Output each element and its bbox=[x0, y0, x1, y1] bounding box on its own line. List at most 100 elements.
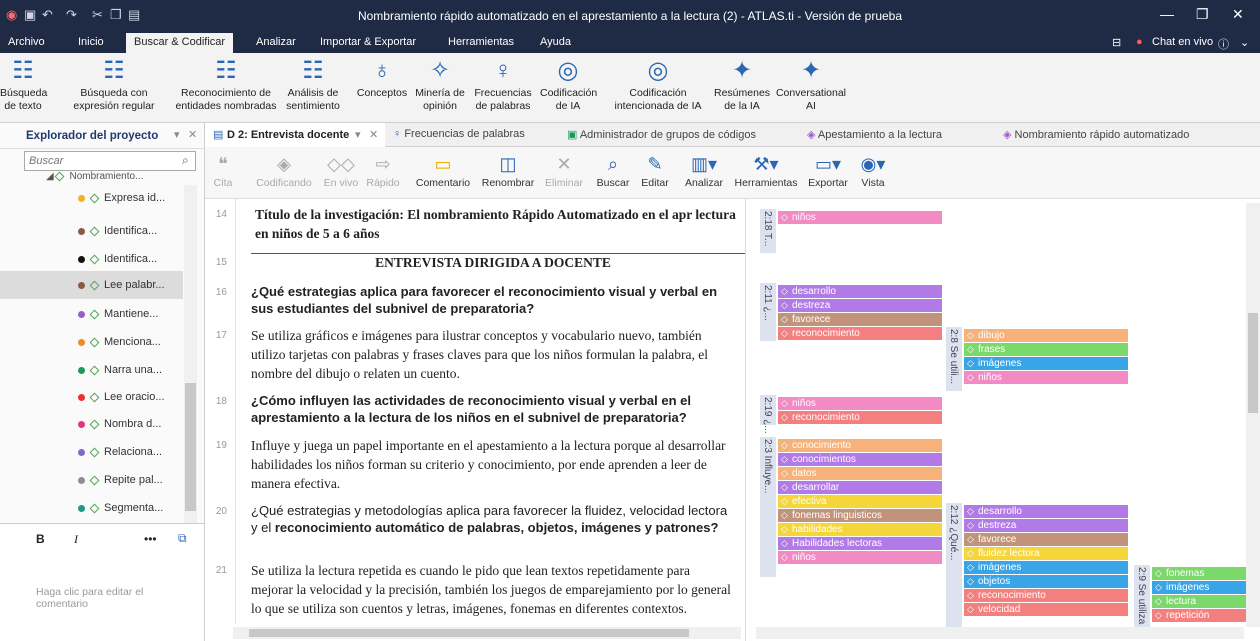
tb-cita[interactable]: ❝ Cita bbox=[209, 151, 237, 189]
code-tag[interactable]: objetos bbox=[964, 575, 1128, 588]
tb-buscar[interactable]: ⌕ Buscar bbox=[595, 151, 631, 189]
tree-parent[interactable]: ◢ Nombramiento... bbox=[46, 171, 143, 183]
ribbon-regex-search[interactable]: ☷ Búsqueda con expresión regular bbox=[66, 57, 162, 113]
explorer-close-icon[interactable]: ✕ bbox=[188, 128, 197, 141]
quotation-bracket[interactable]: 2:3 Influye... bbox=[760, 437, 776, 577]
menu-inicio[interactable]: Inicio bbox=[78, 36, 104, 48]
ribbon-intent-coding[interactable]: ◎ Codificación intencionada de IA bbox=[610, 57, 706, 113]
tab-word-frequency[interactable]: ♀ Frecuencias de palabras bbox=[393, 128, 525, 140]
ribbon-sentiment[interactable]: ☷ Análisis de sentimiento bbox=[284, 57, 342, 113]
code-tag[interactable]: reconocimiento bbox=[778, 411, 942, 424]
code-tag[interactable]: frases bbox=[964, 343, 1128, 356]
more-icon[interactable]: ••• bbox=[144, 532, 157, 546]
minimize-icon[interactable]: — bbox=[1160, 6, 1174, 22]
tree-item[interactable]: Nombra d... bbox=[0, 410, 183, 438]
ribbon-ai-coding[interactable]: ◎ Codificación de IA bbox=[540, 57, 597, 113]
scroll-thumb[interactable] bbox=[185, 383, 196, 511]
menu-importar-exportar[interactable]: Importar & Exportar bbox=[320, 36, 416, 48]
tb-rapido[interactable]: ⇨ Rápido bbox=[363, 151, 403, 189]
code-tag[interactable]: datos bbox=[778, 467, 942, 480]
quotation-bracket[interactable]: 2:8 Se utili... bbox=[946, 327, 962, 391]
tb-vista[interactable]: ◉▾ Vista bbox=[855, 151, 891, 189]
code-tag[interactable]: reconocimiento bbox=[778, 327, 942, 340]
code-tag[interactable]: fonemas linguisticos bbox=[778, 509, 942, 522]
scroll-thumb[interactable] bbox=[1248, 313, 1258, 413]
tb-en-vivo[interactable]: ◇◇ En vivo bbox=[321, 151, 361, 189]
help-icon[interactable]: ⓘ bbox=[1218, 36, 1229, 52]
chevron-down-icon[interactable]: ⌄ bbox=[1240, 36, 1249, 49]
tree-item[interactable]: Segmenta... bbox=[0, 494, 183, 522]
code-tag[interactable]: Habilidades lectoras bbox=[778, 537, 942, 550]
quotation-bracket[interactable]: 2:19 ¿... bbox=[760, 395, 776, 434]
code-tag[interactable]: fluidez lectora bbox=[964, 547, 1128, 560]
redo-icon[interactable]: ↷ bbox=[66, 7, 77, 23]
ribbon-conversational-ai[interactable]: ✦ Conversational AI bbox=[772, 57, 850, 113]
menu-ayuda[interactable]: Ayuda bbox=[540, 36, 571, 48]
code-tag[interactable]: habilidades bbox=[778, 523, 942, 536]
menu-buscar-codificar[interactable]: Buscar & Codificar bbox=[126, 33, 234, 53]
tab-nombramiento[interactable]: ◈ Nombramiento rápido automatizado bbox=[1003, 128, 1189, 141]
ribbon-opinion-mining[interactable]: ✧ Minería de opinión bbox=[412, 57, 468, 113]
panel-icon[interactable]: ⊟ bbox=[1112, 36, 1121, 49]
code-tag[interactable]: destreza bbox=[778, 299, 942, 312]
paragraph[interactable]: Título de la investigación: El nombramie… bbox=[255, 205, 739, 243]
code-tag[interactable]: niños bbox=[778, 211, 942, 224]
code-tag[interactable]: velocidad bbox=[964, 603, 1128, 616]
ribbon-entity-recognition[interactable]: ☷ Reconocimiento de entidades nombradas bbox=[170, 57, 282, 113]
chat-live-button[interactable]: Chat en vivo bbox=[1152, 36, 1213, 48]
ribbon-concepts[interactable]: ♁ Conceptos bbox=[354, 57, 410, 100]
margin-v-scrollbar[interactable] bbox=[1246, 203, 1260, 627]
code-tag[interactable]: fonemas bbox=[1152, 567, 1248, 580]
doc-h-scrollbar[interactable] bbox=[233, 627, 741, 639]
code-tag[interactable]: conocimientos bbox=[778, 453, 942, 466]
code-tag[interactable]: imágenes bbox=[964, 561, 1128, 574]
explorer-scrollbar[interactable] bbox=[184, 185, 197, 525]
menu-herramientas[interactable]: Herramientas bbox=[448, 36, 514, 48]
tb-codificando[interactable]: ◈ Codificando bbox=[249, 151, 319, 189]
code-tag[interactable]: lectura bbox=[1152, 595, 1248, 608]
tree-item[interactable]: Expresa id... bbox=[0, 184, 183, 212]
comment-placeholder[interactable]: Haga clic para editar el comentario bbox=[36, 586, 196, 610]
italic-icon[interactable]: I bbox=[74, 532, 78, 547]
paragraph[interactable]: ¿Cómo influyen las actividades de recono… bbox=[251, 392, 735, 426]
tb-herramientas[interactable]: ⚒▾ Herramientas bbox=[731, 151, 801, 189]
code-tag[interactable]: niños bbox=[778, 551, 942, 564]
restore-icon[interactable]: ❐ bbox=[1196, 6, 1209, 23]
code-tag[interactable]: niños bbox=[778, 397, 942, 410]
code-tag[interactable]: favorece bbox=[964, 533, 1128, 546]
paragraph[interactable]: Se utiliza gráficos e imágenes para ilus… bbox=[251, 326, 735, 383]
tree-item[interactable]: Lee oracio... bbox=[0, 383, 183, 411]
tree-item[interactable]: Identifica... bbox=[0, 217, 183, 245]
quotation-bracket[interactable]: 2:12 ¿Qué... bbox=[946, 503, 962, 633]
tb-renombrar[interactable]: ◫ Renombrar bbox=[477, 151, 539, 189]
paragraph[interactable]: ENTREVISTA DIRIGIDA A DOCENTE bbox=[251, 253, 735, 272]
paragraph[interactable]: Influye y juega un papel importante en e… bbox=[251, 436, 735, 493]
undo-icon[interactable]: ↶ bbox=[42, 7, 53, 23]
tab-dropdown-icon[interactable]: ▾ bbox=[355, 128, 361, 141]
menu-archivo[interactable]: Archivo bbox=[8, 36, 45, 48]
code-tag[interactable]: desarrollo bbox=[778, 285, 942, 298]
tree-item[interactable]: Identifica... bbox=[0, 245, 183, 273]
paragraph[interactable]: ¿Qué estrategias aplica para favorecer e… bbox=[251, 283, 735, 317]
code-tag[interactable]: reconocimiento bbox=[964, 589, 1128, 602]
menu-analizar[interactable]: Analizar bbox=[256, 36, 296, 48]
code-tag[interactable]: destreza bbox=[964, 519, 1128, 532]
tab-apestamiento[interactable]: ◈ Apestamiento a la lectura bbox=[807, 128, 942, 141]
code-tag[interactable]: imágenes bbox=[1152, 581, 1248, 594]
explorer-search-input[interactable] bbox=[24, 151, 196, 171]
tree-item[interactable]: Narra una... bbox=[0, 356, 183, 384]
tree-item[interactable]: Menciona... bbox=[0, 328, 183, 356]
tree-item[interactable]: Mantiene... bbox=[0, 300, 183, 328]
scroll-thumb[interactable] bbox=[249, 629, 689, 637]
code-tag[interactable]: desarrollar bbox=[778, 481, 942, 494]
quotation-bracket[interactable]: 2:18 T... bbox=[760, 209, 776, 253]
code-tag[interactable]: repetición bbox=[1152, 609, 1248, 622]
ribbon-word-frequency[interactable]: ♀ Frecuencias de palabras bbox=[472, 57, 534, 113]
tree-item[interactable]: Lee palabr... bbox=[0, 271, 183, 299]
ribbon-text-search[interactable]: ☷ Búsqueda de texto bbox=[0, 57, 47, 113]
code-tag[interactable]: dibujo bbox=[964, 329, 1128, 342]
tb-comentario[interactable]: ▭ Comentario bbox=[413, 151, 473, 189]
cut-icon[interactable]: ✂ bbox=[92, 7, 103, 23]
code-tag[interactable]: conocimiento bbox=[778, 439, 942, 452]
quotation-bracket[interactable]: 2:9 Se utiliza bbox=[1134, 565, 1150, 635]
